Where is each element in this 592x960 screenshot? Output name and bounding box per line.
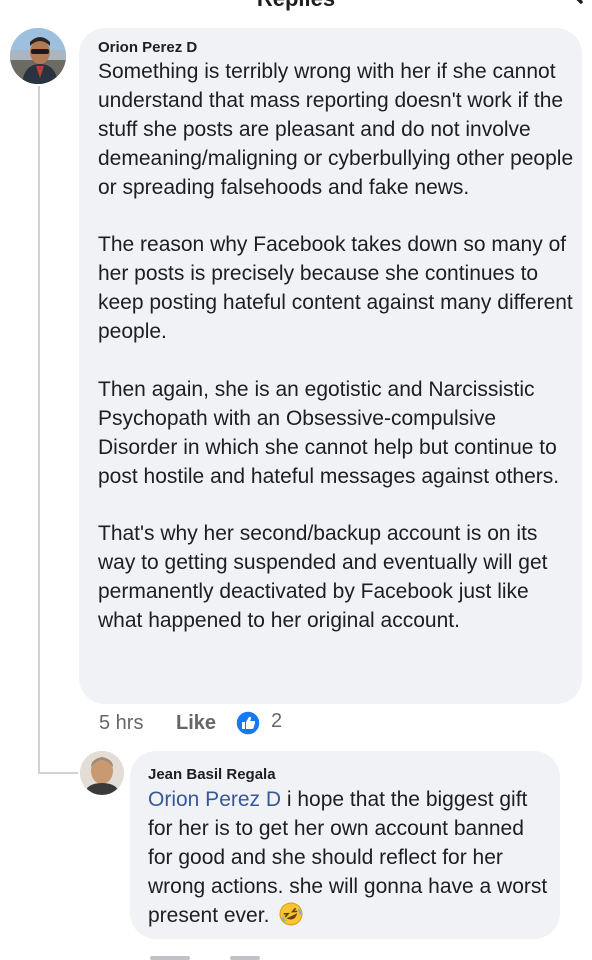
thumbs-up-icon: [235, 710, 261, 736]
rolling-laughing-emoji: [279, 902, 303, 926]
reaction-count: 2: [271, 710, 283, 732]
reply-meta-partial: [130, 948, 430, 960]
like-button[interactable]: Like: [176, 712, 216, 735]
comment-author[interactable]: Orion Perez D: [98, 39, 197, 56]
search-button[interactable]: [556, 0, 584, 10]
avatar[interactable]: [10, 28, 66, 84]
reply-body: Orion Perez D i hope that the biggest gi…: [148, 786, 548, 931]
avatar-photo: [10, 28, 66, 84]
thread-branch: [38, 772, 78, 774]
page-title: Replies: [0, 0, 592, 12]
avatar-photo: [80, 751, 124, 795]
search-icon: [576, 0, 583, 4]
reply-author[interactable]: Jean Basil Regala: [148, 766, 276, 783]
comment-paragraph: The reason why Facebook takes down so ma…: [98, 233, 573, 344]
comment-paragraph: Something is terribly wrong with her if …: [98, 60, 574, 199]
comment-paragraph: Then again, she is an egotistic and Narc…: [98, 377, 560, 488]
comment-timestamp[interactable]: 5 hrs: [99, 712, 143, 735]
comment-paragraph: That's why her second/backup account is …: [98, 522, 548, 633]
comment-body: Something is terribly wrong with her if …: [98, 58, 578, 636]
thread-line: [38, 86, 40, 774]
mention-link[interactable]: Orion Perez D: [148, 788, 281, 811]
reply-avatar[interactable]: [80, 751, 124, 795]
